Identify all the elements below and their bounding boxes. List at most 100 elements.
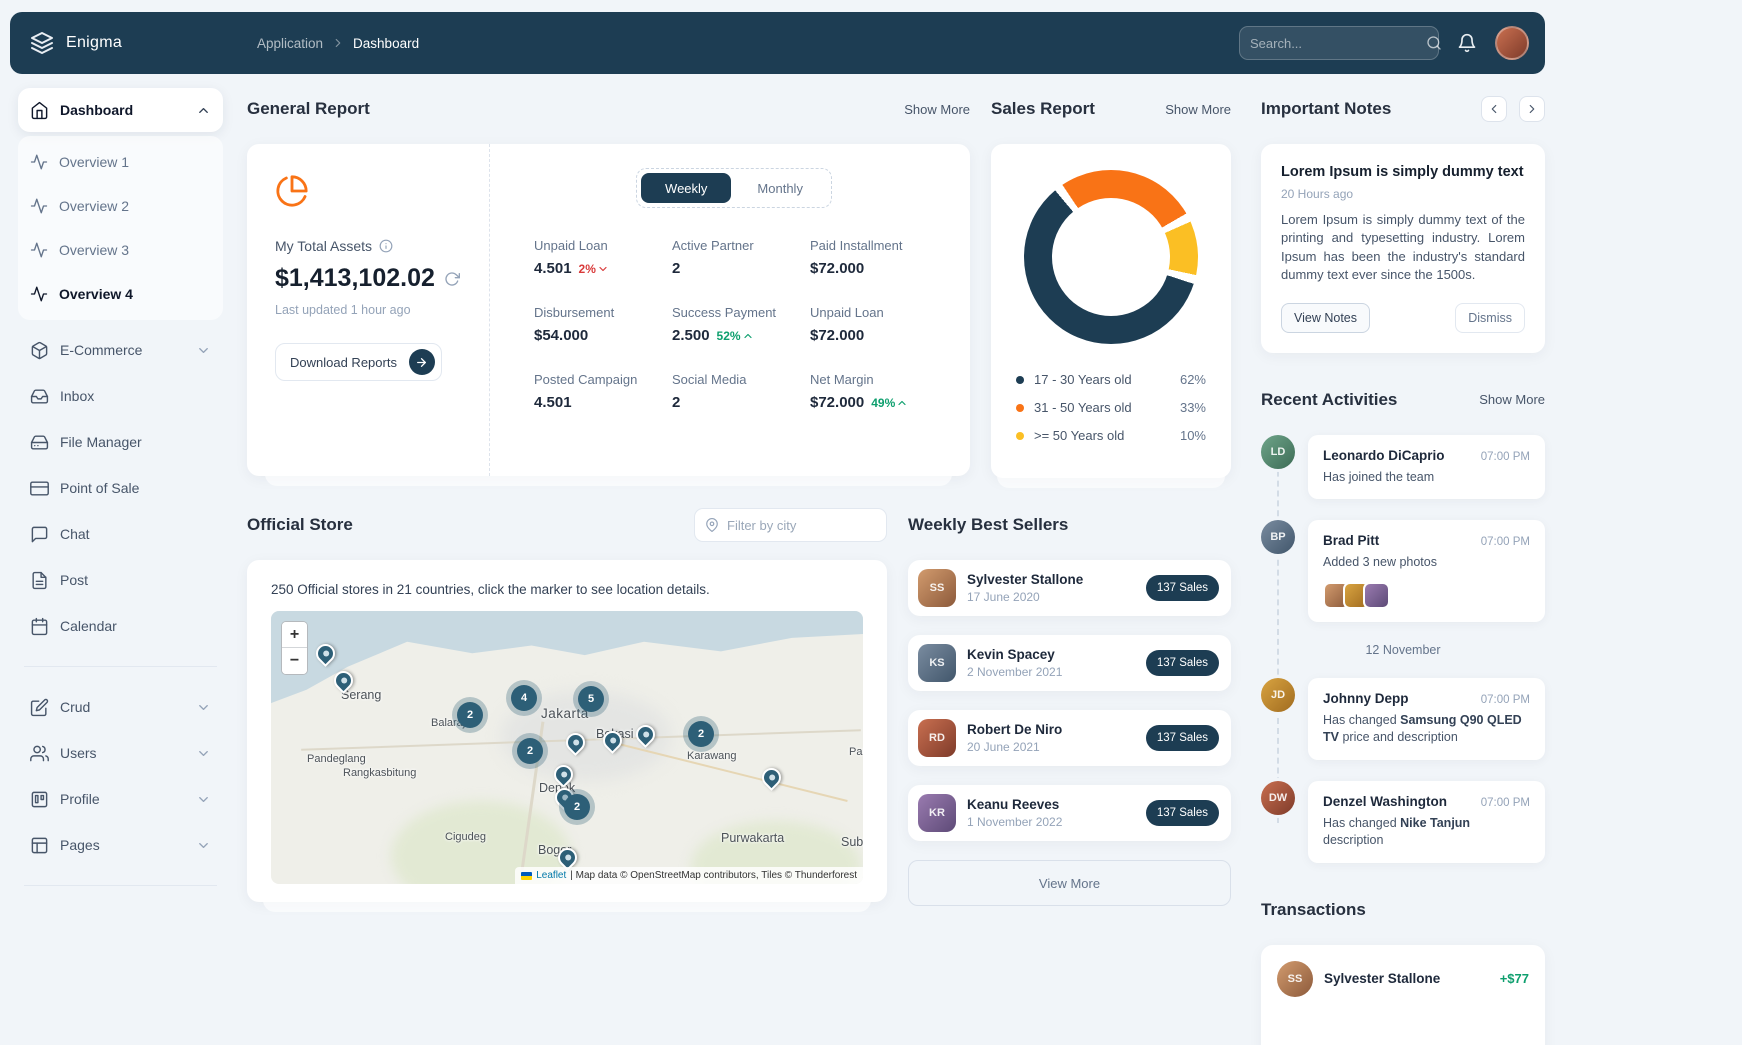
recent-activities-title: Recent Activities <box>1261 390 1397 410</box>
toggle-monthly-button[interactable]: Monthly <box>733 173 827 203</box>
sidebar-item-users[interactable]: Users <box>18 731 223 775</box>
map-marker[interactable] <box>758 764 785 791</box>
note-time: 20 Hours ago <box>1281 187 1525 201</box>
breadcrumb-parent[interactable]: Application <box>257 36 323 51</box>
store-map[interactable]: Serang Jakarta Bekasi Depok Bogor Purwak… <box>271 611 863 884</box>
zoom-out-button[interactable]: − <box>282 648 307 674</box>
stat-paid-installment: Paid Installment $72.000 <box>810 238 934 277</box>
activity-card: Leonardo DiCaprio 07:00 PM Has joined th… <box>1308 435 1545 500</box>
view-more-button[interactable]: View More <box>908 860 1231 906</box>
seller-avatar: KS <box>918 644 956 682</box>
important-note-card: Lorem Ipsum is simply dummy text 20 Hour… <box>1261 144 1545 353</box>
message-square-icon <box>30 525 49 544</box>
refresh-icon[interactable] <box>444 271 460 287</box>
map-cluster[interactable]: 5 <box>578 686 604 712</box>
sidebar-item-label: Profile <box>60 791 100 807</box>
stat-posted-campaign: Posted Campaign 4.501 <box>534 372 658 411</box>
download-reports-button[interactable]: Download Reports <box>275 343 442 381</box>
breadcrumb: Application Dashboard <box>257 36 419 51</box>
last-updated-text: Last updated 1 hour ago <box>275 303 461 317</box>
seller-avatar: SS <box>918 569 956 607</box>
best-seller-row[interactable]: RD Robert De Niro 20 June 2021 137 Sales <box>908 710 1231 766</box>
map-cluster[interactable]: 4 <box>511 685 537 711</box>
sidebar-item-overview-1[interactable]: Overview 1 <box>18 140 223 184</box>
brand[interactable]: Enigma <box>30 31 257 55</box>
zoom-in-button[interactable]: + <box>282 622 307 648</box>
best-seller-row[interactable]: SS Sylvester Stallone 17 June 2020 137 S… <box>908 560 1231 616</box>
activity-avatar[interactable]: DW <box>1261 781 1295 815</box>
map-pin-icon <box>705 518 719 532</box>
file-text-icon <box>30 571 49 590</box>
best-sellers-title: Weekly Best Sellers <box>908 515 1068 535</box>
activity-photo[interactable] <box>1363 582 1390 609</box>
notes-prev-button[interactable] <box>1481 96 1507 122</box>
sidebar-item-overview-4[interactable]: Overview 4 <box>18 272 223 316</box>
sidebar-item-label: Dashboard <box>60 102 133 118</box>
map-cluster[interactable]: 2 <box>517 738 543 764</box>
sidebar-item-label: Crud <box>60 699 90 715</box>
activity-avatar[interactable]: LD <box>1261 435 1295 469</box>
sidebar-item-dashboard[interactable]: Dashboard <box>18 88 223 132</box>
chevron-down-icon <box>196 343 211 358</box>
seller-avatar: KR <box>918 794 956 832</box>
best-seller-row[interactable]: KR Keanu Reeves 1 November 2022 137 Sale… <box>908 785 1231 841</box>
sidebar-item-inbox[interactable]: Inbox <box>18 374 223 418</box>
transaction-row[interactable]: SS Sylvester Stallone +$77 <box>1277 961 1529 997</box>
sidebar-item-profile[interactable]: Profile <box>18 777 223 821</box>
sidebar-item-post[interactable]: Post <box>18 558 223 602</box>
breadcrumb-current[interactable]: Dashboard <box>353 36 419 51</box>
sidebar-item-chat[interactable]: Chat <box>18 512 223 556</box>
filter-city-input[interactable] <box>727 518 903 533</box>
sidebar-item-label: Post <box>60 572 88 588</box>
sales-count-badge[interactable]: 137 Sales <box>1146 650 1219 676</box>
activity-avatar[interactable]: JD <box>1261 678 1295 712</box>
leaflet-link[interactable]: Leaflet <box>536 870 566 881</box>
stat-active-partner: Active Partner 2 <box>672 238 796 277</box>
map-cluster[interactable]: 2 <box>564 794 590 820</box>
user-avatar[interactable] <box>1495 26 1529 60</box>
stat-badge-down: 2% <box>579 262 609 276</box>
sidebar-item-file-manager[interactable]: File Manager <box>18 420 223 464</box>
official-store-title: Official Store <box>247 515 353 535</box>
search-input[interactable] <box>1250 36 1426 51</box>
sales-report-show-more[interactable]: Show More <box>1165 102 1231 117</box>
toggle-weekly-button[interactable]: Weekly <box>641 173 731 203</box>
sales-count-badge[interactable]: 137 Sales <box>1146 575 1219 601</box>
sidebar-item-point-of-sale[interactable]: Point of Sale <box>18 466 223 510</box>
search-icon <box>1426 35 1442 51</box>
sales-count-badge[interactable]: 137 Sales <box>1146 725 1219 751</box>
sidebar-item-overview-3[interactable]: Overview 3 <box>18 228 223 272</box>
general-report-show-more[interactable]: Show More <box>904 102 970 117</box>
sub-item-label: Overview 1 <box>59 154 129 170</box>
notifications-button[interactable] <box>1457 33 1477 53</box>
store-description: 250 Official stores in 21 countries, cli… <box>271 582 863 597</box>
box-icon <box>30 341 49 360</box>
activity-item: LD Leonardo DiCaprio 07:00 PM Has joined… <box>1261 435 1545 500</box>
sidebar-item-crud[interactable]: Crud <box>18 685 223 729</box>
info-icon[interactable] <box>379 239 393 253</box>
dismiss-button[interactable]: Dismiss <box>1455 303 1525 333</box>
chevron-down-icon <box>196 746 211 761</box>
stat-net-margin: Net Margin $72.000 49% <box>810 372 934 411</box>
sales-count-badge[interactable]: 137 Sales <box>1146 800 1219 826</box>
chevron-down-icon <box>196 700 211 715</box>
sidebar-item-label: Calendar <box>60 618 117 634</box>
view-notes-button[interactable]: View Notes <box>1281 303 1370 333</box>
sidebar-item-overview-2[interactable]: Overview 2 <box>18 184 223 228</box>
best-seller-row[interactable]: KS Kevin Spacey 2 November 2021 137 Sale… <box>908 635 1231 691</box>
notes-next-button[interactable] <box>1519 96 1545 122</box>
sidebar-item-calendar[interactable]: Calendar <box>18 604 223 648</box>
sidebar-item-pages[interactable]: Pages <box>18 823 223 867</box>
chevron-right-icon <box>1525 102 1539 116</box>
sidebar-item-label: Point of Sale <box>60 480 139 496</box>
search-box[interactable] <box>1239 26 1439 60</box>
map-cluster[interactable]: 2 <box>457 702 483 728</box>
map-cluster[interactable]: 2 <box>688 721 714 747</box>
sidebar-divider <box>24 885 217 886</box>
filter-by-city-box[interactable] <box>694 508 887 542</box>
activity-avatar[interactable]: BP <box>1261 520 1295 554</box>
sidebar-item-label: Inbox <box>60 388 94 404</box>
hard-drive-icon <box>30 433 49 452</box>
sidebar-item-ecommerce[interactable]: E-Commerce <box>18 328 223 372</box>
recent-activities-show-more[interactable]: Show More <box>1479 392 1545 407</box>
